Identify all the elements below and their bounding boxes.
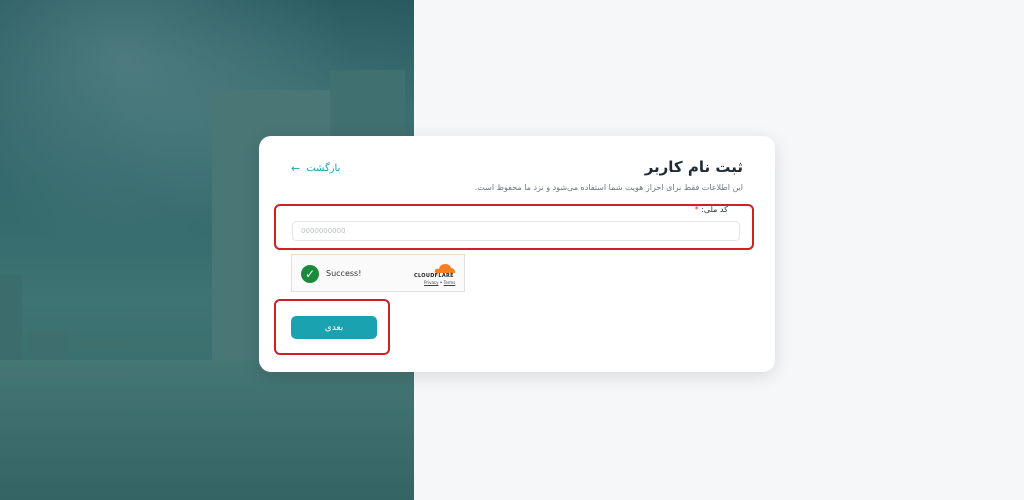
privacy-link[interactable]: Privacy — [424, 280, 438, 285]
highlight-box-button — [274, 299, 390, 355]
link-separator: • — [439, 280, 443, 285]
cloudflare-brand: CLOUDFLARE — [414, 273, 454, 279]
terms-link[interactable]: Terms — [444, 280, 456, 285]
cloud-icon — [434, 264, 455, 273]
back-label: بازگشت — [306, 163, 341, 174]
page-subtitle: این اطلاعات فقط برای احراز هویت شما استف… — [474, 183, 743, 192]
check-circle-icon: ✓ — [301, 265, 319, 283]
captcha-status: Success! — [326, 269, 362, 278]
captcha-links: Privacy • Terms — [424, 280, 455, 285]
page-title: ثبت نام کاربر — [644, 158, 743, 176]
highlight-box-input — [274, 204, 754, 250]
back-button[interactable]: ← بازگشت — [291, 162, 340, 175]
arrow-left-icon: ← — [291, 162, 301, 175]
cloudflare-logo: CLOUDFLARE Privacy • Terms — [414, 263, 458, 285]
cloudflare-captcha[interactable]: ✓ Success! CLOUDFLARE Privacy • Terms — [291, 254, 465, 292]
